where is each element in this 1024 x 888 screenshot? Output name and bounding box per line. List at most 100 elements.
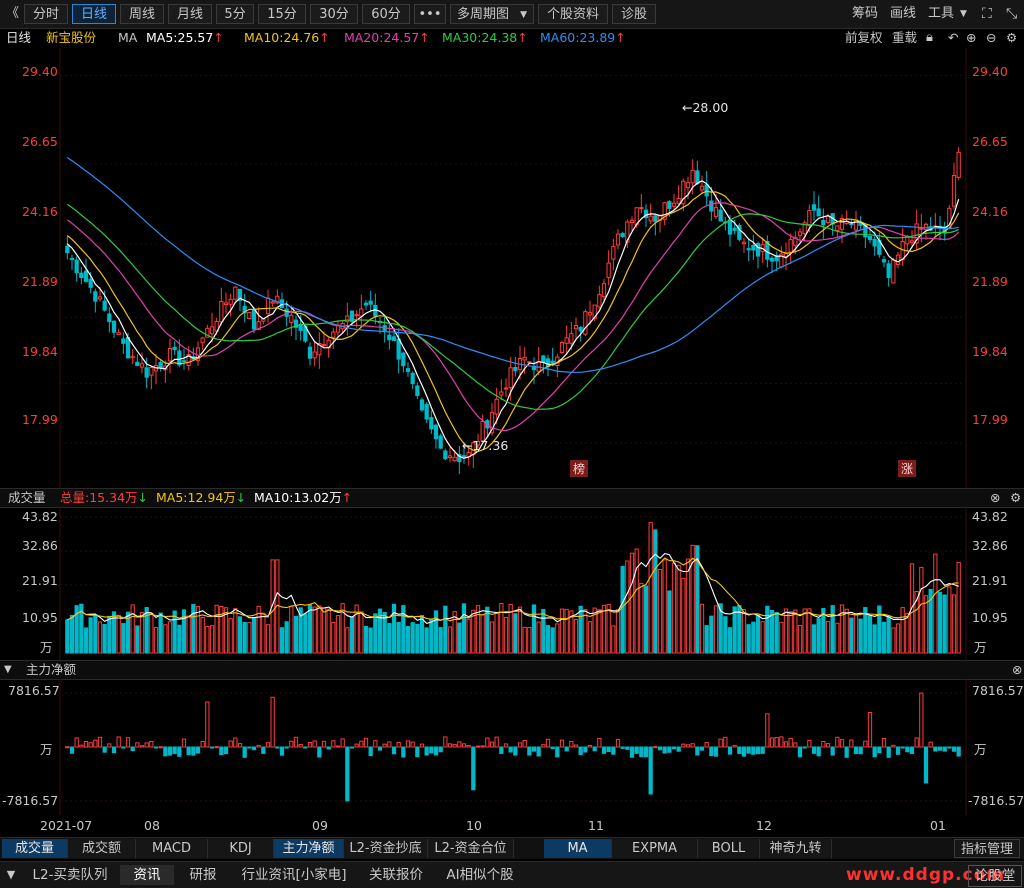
nav-industry-news[interactable]: 行业资讯[小家电] [232, 865, 356, 885]
volume-chart[interactable] [0, 507, 1024, 660]
net-flow-bar [177, 746, 182, 757]
period-daily[interactable]: 日线 [72, 4, 116, 24]
reload-button[interactable]: 重载 [892, 28, 917, 48]
volume-bar [587, 621, 593, 654]
adjust-button[interactable]: 前复权 [845, 28, 883, 48]
candle-body [135, 361, 140, 367]
chips-button[interactable]: 筹码 [852, 4, 878, 24]
candle-body [69, 257, 75, 260]
net-flow-bar [251, 746, 257, 751]
volume-bar [102, 623, 107, 654]
candle-body [130, 355, 135, 359]
overlay-tab-boll[interactable]: BOLL [698, 839, 760, 858]
candle-body [219, 300, 224, 323]
indicator-name[interactable]: MA [118, 28, 137, 48]
nav-related-quotes[interactable]: 关联报价 [362, 865, 430, 885]
price-panel[interactable]: 29.40 26.65 24.16 21.89 19.84 17.99 29.4… [0, 48, 1024, 488]
candle-body [513, 366, 518, 372]
stock-info-button[interactable]: 个股资料 [538, 4, 608, 24]
net-flow-bar [909, 746, 915, 754]
indicator-manage-button[interactable]: 指标管理 [954, 839, 1020, 858]
net-flow-bar [825, 743, 831, 748]
flow-panel[interactable]: 7816.57 万 -7816.57 7816.57 万 -7816.57 [0, 679, 1024, 815]
nav-news[interactable]: 资讯 [120, 865, 174, 885]
tab-l2-position[interactable]: L2-资金合位 [428, 839, 514, 858]
candle-body [648, 215, 653, 222]
net-flow-chart[interactable] [0, 679, 1024, 815]
diagnose-button[interactable]: 诊股 [612, 4, 656, 24]
tab-l2-bottom[interactable]: L2-资金抄底 [344, 839, 428, 858]
volume-panel[interactable]: 43.82 32.86 21.91 10.95 万 43.82 32.86 21… [0, 507, 1024, 660]
net-flow-bar [79, 744, 84, 748]
tab-volume[interactable]: 成交量 [2, 839, 68, 858]
period-60min[interactable]: 60分 [362, 4, 410, 24]
period-5min[interactable]: 5分 [216, 4, 254, 24]
overlay-tab-magic9[interactable]: 神奇九转 [760, 839, 832, 858]
net-flow-bar [956, 746, 961, 757]
net-flow-bar [872, 746, 877, 758]
volume-bar [340, 603, 345, 654]
period-30min[interactable]: 30分 [310, 4, 358, 24]
candle-body [354, 314, 359, 317]
collapse-icon[interactable]: ⤡ [1006, 4, 1017, 24]
period-weekly[interactable]: 周线 [120, 4, 164, 24]
multi-period-dropdown[interactable]: 多周期图 ▼ [450, 4, 534, 24]
candle-body [181, 360, 187, 363]
draw-line-button[interactable]: 画线 [890, 4, 916, 24]
nav-research[interactable]: 研报 [180, 865, 226, 885]
overlay-tab-ma[interactable]: MA [544, 839, 612, 858]
net-flow-bar [615, 738, 621, 748]
volume-bar [139, 612, 145, 654]
forum-button[interactable]: 论股堂 [968, 865, 1022, 887]
settings-icon[interactable]: ⚙ [1010, 489, 1021, 507]
net-flow-bar [755, 746, 761, 755]
chevron-down-icon[interactable]: ▼ [960, 4, 967, 24]
period-monthly[interactable]: 月线 [168, 4, 212, 24]
close-icon[interactable]: ⊗ [1012, 661, 1022, 679]
lock-icon[interactable]: 🔒︎ [926, 28, 933, 48]
net-flow-bar [919, 692, 924, 748]
rank-tag[interactable]: 榜 [570, 460, 589, 477]
volume-bar [517, 606, 523, 654]
volume-bar [457, 622, 462, 654]
back-icon[interactable]: 《 [6, 4, 19, 24]
candle-body [751, 244, 756, 251]
more-button[interactable]: ••• [414, 4, 446, 24]
volume-ma10: MA10:13.02万↑ [254, 490, 353, 505]
volume-ma5: MA5:12.94万↓ [156, 490, 247, 505]
volume-bar [601, 604, 607, 654]
period-intraday[interactable]: 分时 [24, 4, 68, 24]
nav-l2-queue[interactable]: L2-买卖队列 [24, 865, 116, 885]
net-flow-bar [261, 746, 266, 754]
zoom-in-icon[interactable]: ⊕ [966, 28, 976, 48]
tab-kdj[interactable]: KDJ [208, 839, 274, 858]
chevron-down-icon[interactable]: ▼ [4, 661, 12, 679]
volume-bar [443, 605, 448, 654]
period-15min[interactable]: 15分 [258, 4, 306, 24]
net-flow-bar [541, 744, 546, 748]
tools-button[interactable]: 工具 [928, 4, 954, 24]
nav-ai-similar[interactable]: AI相似个股 [436, 865, 524, 885]
candle-body [410, 372, 415, 385]
overlay-tab-expma[interactable]: EXPMA [612, 839, 698, 858]
volume-label: 成交量 [8, 490, 46, 505]
close-icon[interactable]: ⊗ [990, 489, 1000, 507]
volume-bar [312, 606, 317, 654]
net-flow-bar [564, 746, 569, 752]
undo-icon[interactable]: ↶ [948, 28, 958, 48]
net-flow-bar [788, 737, 793, 748]
zoom-out-icon[interactable]: ⊖ [986, 28, 996, 48]
limit-up-tag[interactable]: 涨 [898, 460, 917, 477]
tab-net-flow[interactable]: 主力净额 [274, 839, 344, 858]
volume-bar [797, 624, 803, 654]
ma30-value: MA30:24.38↑ [442, 30, 528, 45]
volume-bar [265, 624, 271, 654]
fullscreen-icon[interactable]: ⛶ [982, 4, 992, 24]
chevron-down-icon[interactable]: ▼ [4, 865, 18, 885]
volume-bar [559, 608, 565, 654]
settings-icon[interactable]: ⚙ [1006, 28, 1017, 48]
tab-macd[interactable]: MACD [136, 839, 208, 858]
tab-turnover[interactable]: 成交额 [68, 839, 136, 858]
candlestick-chart[interactable] [0, 48, 1024, 488]
volume-total: 总量:15.34万↓ [60, 490, 148, 505]
